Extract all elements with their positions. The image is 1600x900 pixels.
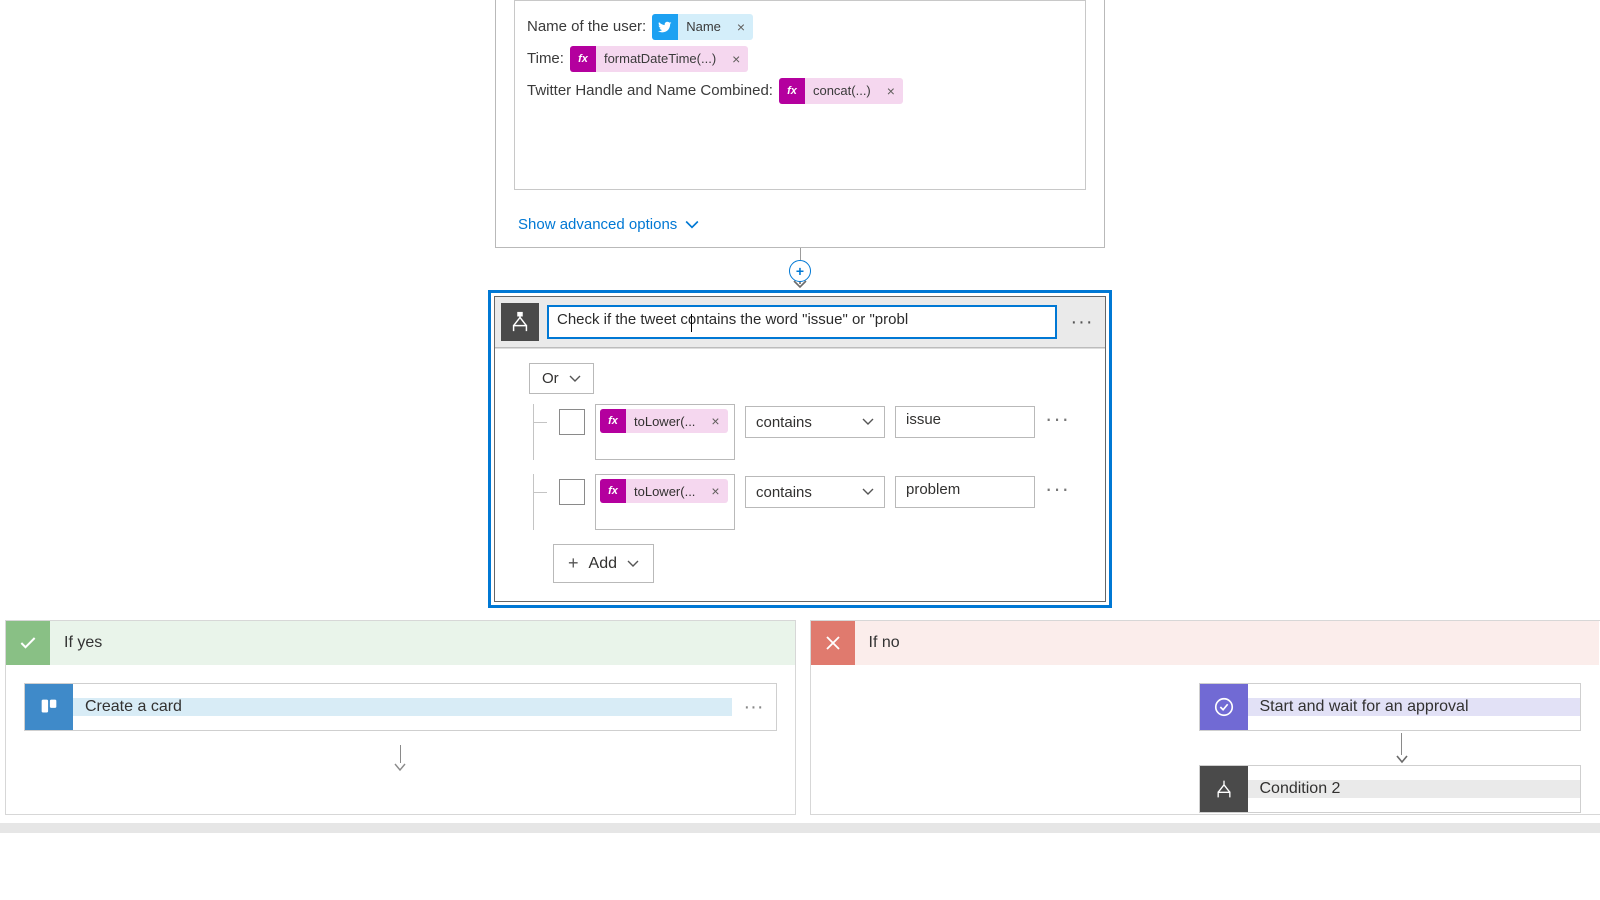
body-label: Time: [527,43,564,75]
chevron-down-icon [569,373,581,385]
condition-title-text: Check if the tweet contains the word "is… [557,311,908,328]
condition-more-menu[interactable]: ··· [1065,311,1099,334]
body-label: Name of the user: [527,11,646,43]
body-line-name: Name of the user: Name × [527,11,1073,43]
group-operator-select[interactable]: Or [529,363,594,394]
row-operator-select[interactable]: contains [745,476,885,508]
operator-label: contains [756,414,812,431]
token-remove[interactable]: × [724,46,748,72]
condition-title-input[interactable]: Check if the tweet contains the word "is… [547,305,1057,339]
action-condition-2[interactable]: Condition 2 [1199,765,1582,813]
body-line-combined: Twitter Handle and Name Combined: fx con… [527,75,1073,107]
tree-connector [529,474,549,530]
action-title: Condition 2 [1248,780,1581,798]
chevron-down-icon [862,486,874,498]
token-concat[interactable]: fx concat(...) × [779,78,903,104]
branch-label: If yes [50,634,102,652]
token-tolower[interactable]: fx toLower(... × [600,479,728,503]
token-remove[interactable]: × [729,14,753,40]
advanced-label: Show advanced options [518,216,677,233]
branch-if-yes: If yes Create a card ··· [5,620,796,815]
row-left-operand[interactable]: fx toLower(... × [595,404,735,460]
row-value-text: issue [906,411,941,428]
viewport-cut-indicator [0,823,1600,833]
action-create-card[interactable]: Create a card ··· [24,683,777,731]
compose-card: Name of the user: Name × Time: fx format… [495,0,1105,248]
operator-label: contains [756,484,812,501]
tree-connector [529,404,549,460]
condition-header: Check if the tweet contains the word "is… [495,297,1105,348]
connector [1205,733,1600,765]
group-operator-label: Or [542,370,559,387]
trello-icon [25,683,73,731]
row-select-checkbox[interactable] [559,479,585,505]
token-remove[interactable]: × [703,483,727,499]
token-label: concat(...) [805,78,879,104]
message-body-editor[interactable]: Name of the user: Name × Time: fx format… [514,0,1086,190]
action-title: Create a card [73,698,732,716]
condition-icon [501,303,539,341]
branch-header[interactable]: If yes [6,621,795,665]
token-remove[interactable]: × [879,78,903,104]
body-label: Twitter Handle and Name Combined: [527,75,773,107]
branch-if-no: If no Start and wait for an approval [810,620,1600,815]
action-more-menu[interactable]: ··· [732,696,776,719]
row-value-input[interactable]: issue [895,406,1035,438]
token-label: formatDateTime(...) [596,46,724,72]
row-value-input[interactable]: problem [895,476,1035,508]
token-label: toLower(... [626,484,703,499]
close-icon [811,621,855,665]
fx-icon: fx [779,78,805,104]
chevron-down-icon [627,558,639,570]
fx-icon: fx [600,479,626,503]
chevron-down-icon [685,218,699,232]
condition-body: Or fx toLower(... × [495,348,1105,601]
row-select-checkbox[interactable] [559,409,585,435]
branch-label: If no [855,634,900,652]
check-icon [6,621,50,665]
row-more-menu[interactable]: ··· [1045,404,1070,432]
twitter-icon [652,14,678,40]
arrow-down-icon [1395,755,1409,765]
condition-card: Check if the tweet contains the word "is… [488,290,1112,608]
token-name[interactable]: Name × [652,14,753,40]
condition-row: fx toLower(... × contains problem [529,474,1091,530]
plus-icon: + [568,553,579,574]
row-left-operand[interactable]: fx toLower(... × [595,474,735,530]
arrow-down-icon [393,763,407,773]
insert-step-connector: + [0,248,1600,290]
insert-step-button[interactable]: + [789,260,811,282]
token-label: toLower(... [626,414,703,429]
condition-icon [1200,765,1248,813]
fx-icon: fx [600,409,626,433]
connector [6,745,795,773]
token-tolower[interactable]: fx toLower(... × [600,409,728,433]
body-line-time: Time: fx formatDateTime(...) × [527,43,1073,75]
show-advanced-options[interactable]: Show advanced options [496,208,1104,247]
fx-icon: fx [570,46,596,72]
condition-row: fx toLower(... × contains issue · [529,404,1091,460]
row-more-menu[interactable]: ··· [1045,474,1070,502]
row-operator-select[interactable]: contains [745,406,885,438]
chevron-down-icon [862,416,874,428]
token-formatdatetime[interactable]: fx formatDateTime(...) × [570,46,748,72]
branch-header[interactable]: If no [811,621,1600,665]
add-label: Add [589,555,617,573]
token-label: Name [678,14,729,40]
approval-icon [1200,683,1248,731]
token-remove[interactable]: × [703,413,727,429]
condition-branches: If yes Create a card ··· If no [0,620,1600,815]
row-value-text: problem [906,481,960,498]
action-title: Start and wait for an approval [1248,698,1581,716]
add-condition-row[interactable]: + Add [553,544,654,583]
action-start-approval[interactable]: Start and wait for an approval [1199,683,1582,731]
